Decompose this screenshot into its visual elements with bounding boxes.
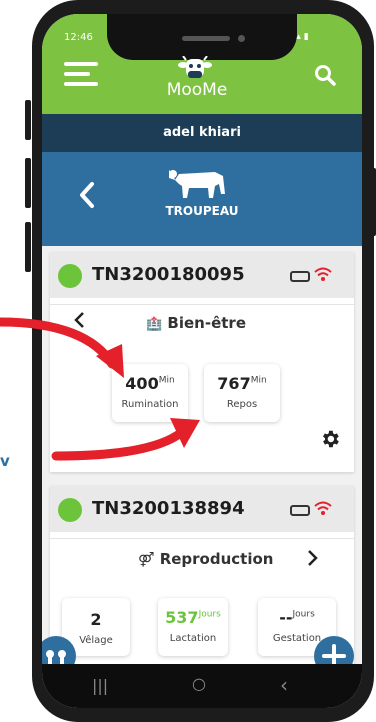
annotation-arrows	[0, 317, 200, 461]
